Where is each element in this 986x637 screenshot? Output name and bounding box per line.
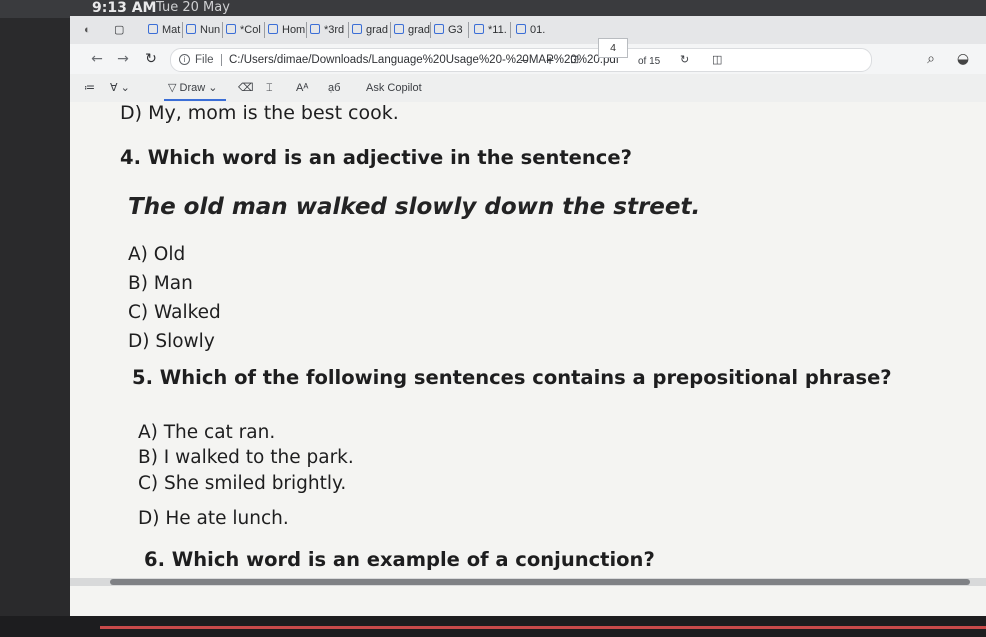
horizontal-scrollbar[interactable] [70, 578, 986, 586]
rotate-icon[interactable]: ↻ [680, 52, 689, 68]
previous-option-d: D) My, mom is the best cook. [120, 102, 399, 124]
tab-separator [182, 22, 183, 38]
doc-icon [310, 24, 320, 34]
doc-icon [226, 24, 236, 34]
tab-9[interactable]: *11. [474, 18, 507, 42]
doc-icon [474, 24, 484, 34]
browser-window: ◐ ▢ Mat Nun *Col Hom *3rd grad grad G3 *… [70, 16, 986, 616]
read-aloud-icon[interactable]: ạб [328, 80, 340, 96]
url-text[interactable]: C:/Users/dimae/Downloads/Language%20Usag… [229, 49, 619, 71]
tab-6[interactable]: grad [352, 18, 388, 42]
tab-bar: ◐ ▢ Mat Nun *Col Hom *3rd grad grad G3 *… [70, 16, 986, 45]
q5-option-b: B) I walked to the park. [138, 447, 354, 468]
question-4-sentence: The old man walked slowly down the stree… [128, 194, 701, 220]
tab-4[interactable]: Hom [268, 18, 305, 42]
status-date: Tue 20 May [156, 0, 230, 15]
pdf-toolbar: ≔ ∀ ⌄ ▽ Draw ⌄ ⌫ ⌶ Aᴬ ạб Ask Copilot − +… [70, 38, 986, 103]
workspaces-icon[interactable]: ◐ [84, 18, 91, 42]
question-4: 4. Which word is an adjective in the sen… [120, 146, 632, 169]
zoom-out-button[interactable]: − [520, 52, 528, 68]
tab-1[interactable]: Mat [148, 18, 180, 42]
tab-2[interactable]: Nun [186, 18, 220, 42]
question-5: 5. Which of the following sentences cont… [132, 366, 892, 389]
q5-option-d: D) He ate lunch. [138, 508, 289, 529]
text-size-icon[interactable]: Aᴬ [296, 80, 308, 96]
status-time: 9:13 AM [92, 0, 157, 16]
contents-icon[interactable]: ≔ [84, 80, 95, 96]
tab-separator [510, 22, 511, 38]
profile-icon[interactable]: ◒ [954, 50, 972, 68]
bottom-accent-line [100, 626, 986, 629]
q4-option-d: D) Slowly [128, 331, 215, 352]
tab-10[interactable]: 01. [516, 18, 545, 42]
reload-icon[interactable]: ↻ [142, 50, 160, 68]
draw-button[interactable]: ▽ Draw ⌄ [168, 80, 217, 96]
tab-actions-icon[interactable]: ▢ [114, 18, 124, 42]
doc-icon [394, 24, 404, 34]
draw-icon: ▽ [168, 82, 177, 94]
q5-option-c: C) She smiled brightly. [138, 473, 347, 494]
question-6: 6. Which word is an example of a conjunc… [144, 548, 655, 571]
ask-copilot-button[interactable]: Ask Copilot [366, 80, 422, 96]
q4-option-a: A) Old [128, 244, 186, 265]
eraser-icon[interactable]: ⌫ [238, 80, 254, 96]
text-box-icon[interactable]: ⌶ [266, 80, 273, 96]
page-number-input[interactable]: 4 [598, 38, 628, 58]
zoom-in-button[interactable]: + [546, 52, 554, 68]
tab-separator [468, 22, 469, 38]
tab-separator [222, 22, 223, 38]
doc-icon [148, 24, 158, 34]
page-total: of 15 [638, 56, 661, 67]
q4-option-c: C) Walked [128, 302, 221, 323]
doc-icon [352, 24, 362, 34]
fit-page-icon[interactable]: ⊡ [570, 52, 579, 68]
doc-icon [516, 24, 526, 34]
doc-icon [434, 24, 444, 34]
q4-option-b: B) Man [128, 273, 193, 294]
url-scheme-label: File [195, 54, 214, 66]
back-icon[interactable]: ← [88, 50, 106, 68]
forward-icon[interactable]: → [114, 50, 132, 68]
doc-icon [268, 24, 278, 34]
tab-separator [390, 22, 391, 38]
draw-active-indicator [164, 99, 226, 101]
scrollbar-thumb[interactable] [110, 579, 970, 585]
tab-separator [348, 22, 349, 38]
q5-option-a: A) The cat ran. [138, 422, 276, 443]
tab-8[interactable]: G3 [434, 18, 463, 42]
info-icon[interactable]: i [179, 54, 190, 65]
tab-7[interactable]: grad [394, 18, 430, 42]
tab-separator [430, 22, 431, 38]
search-icon[interactable]: ⌕ [922, 50, 940, 68]
tab-5[interactable]: *3rd [310, 18, 344, 42]
highlight-icon[interactable]: ∀ ⌄ [110, 80, 130, 96]
url-divider [221, 54, 222, 66]
tab-separator [264, 22, 265, 38]
tab-separator [306, 22, 307, 38]
page-view-icon[interactable]: ◫ [712, 52, 722, 68]
pdf-page: D) My, mom is the best cook. 4. Which wo… [70, 102, 986, 616]
doc-icon [186, 24, 196, 34]
tab-3[interactable]: *Col [226, 18, 261, 42]
